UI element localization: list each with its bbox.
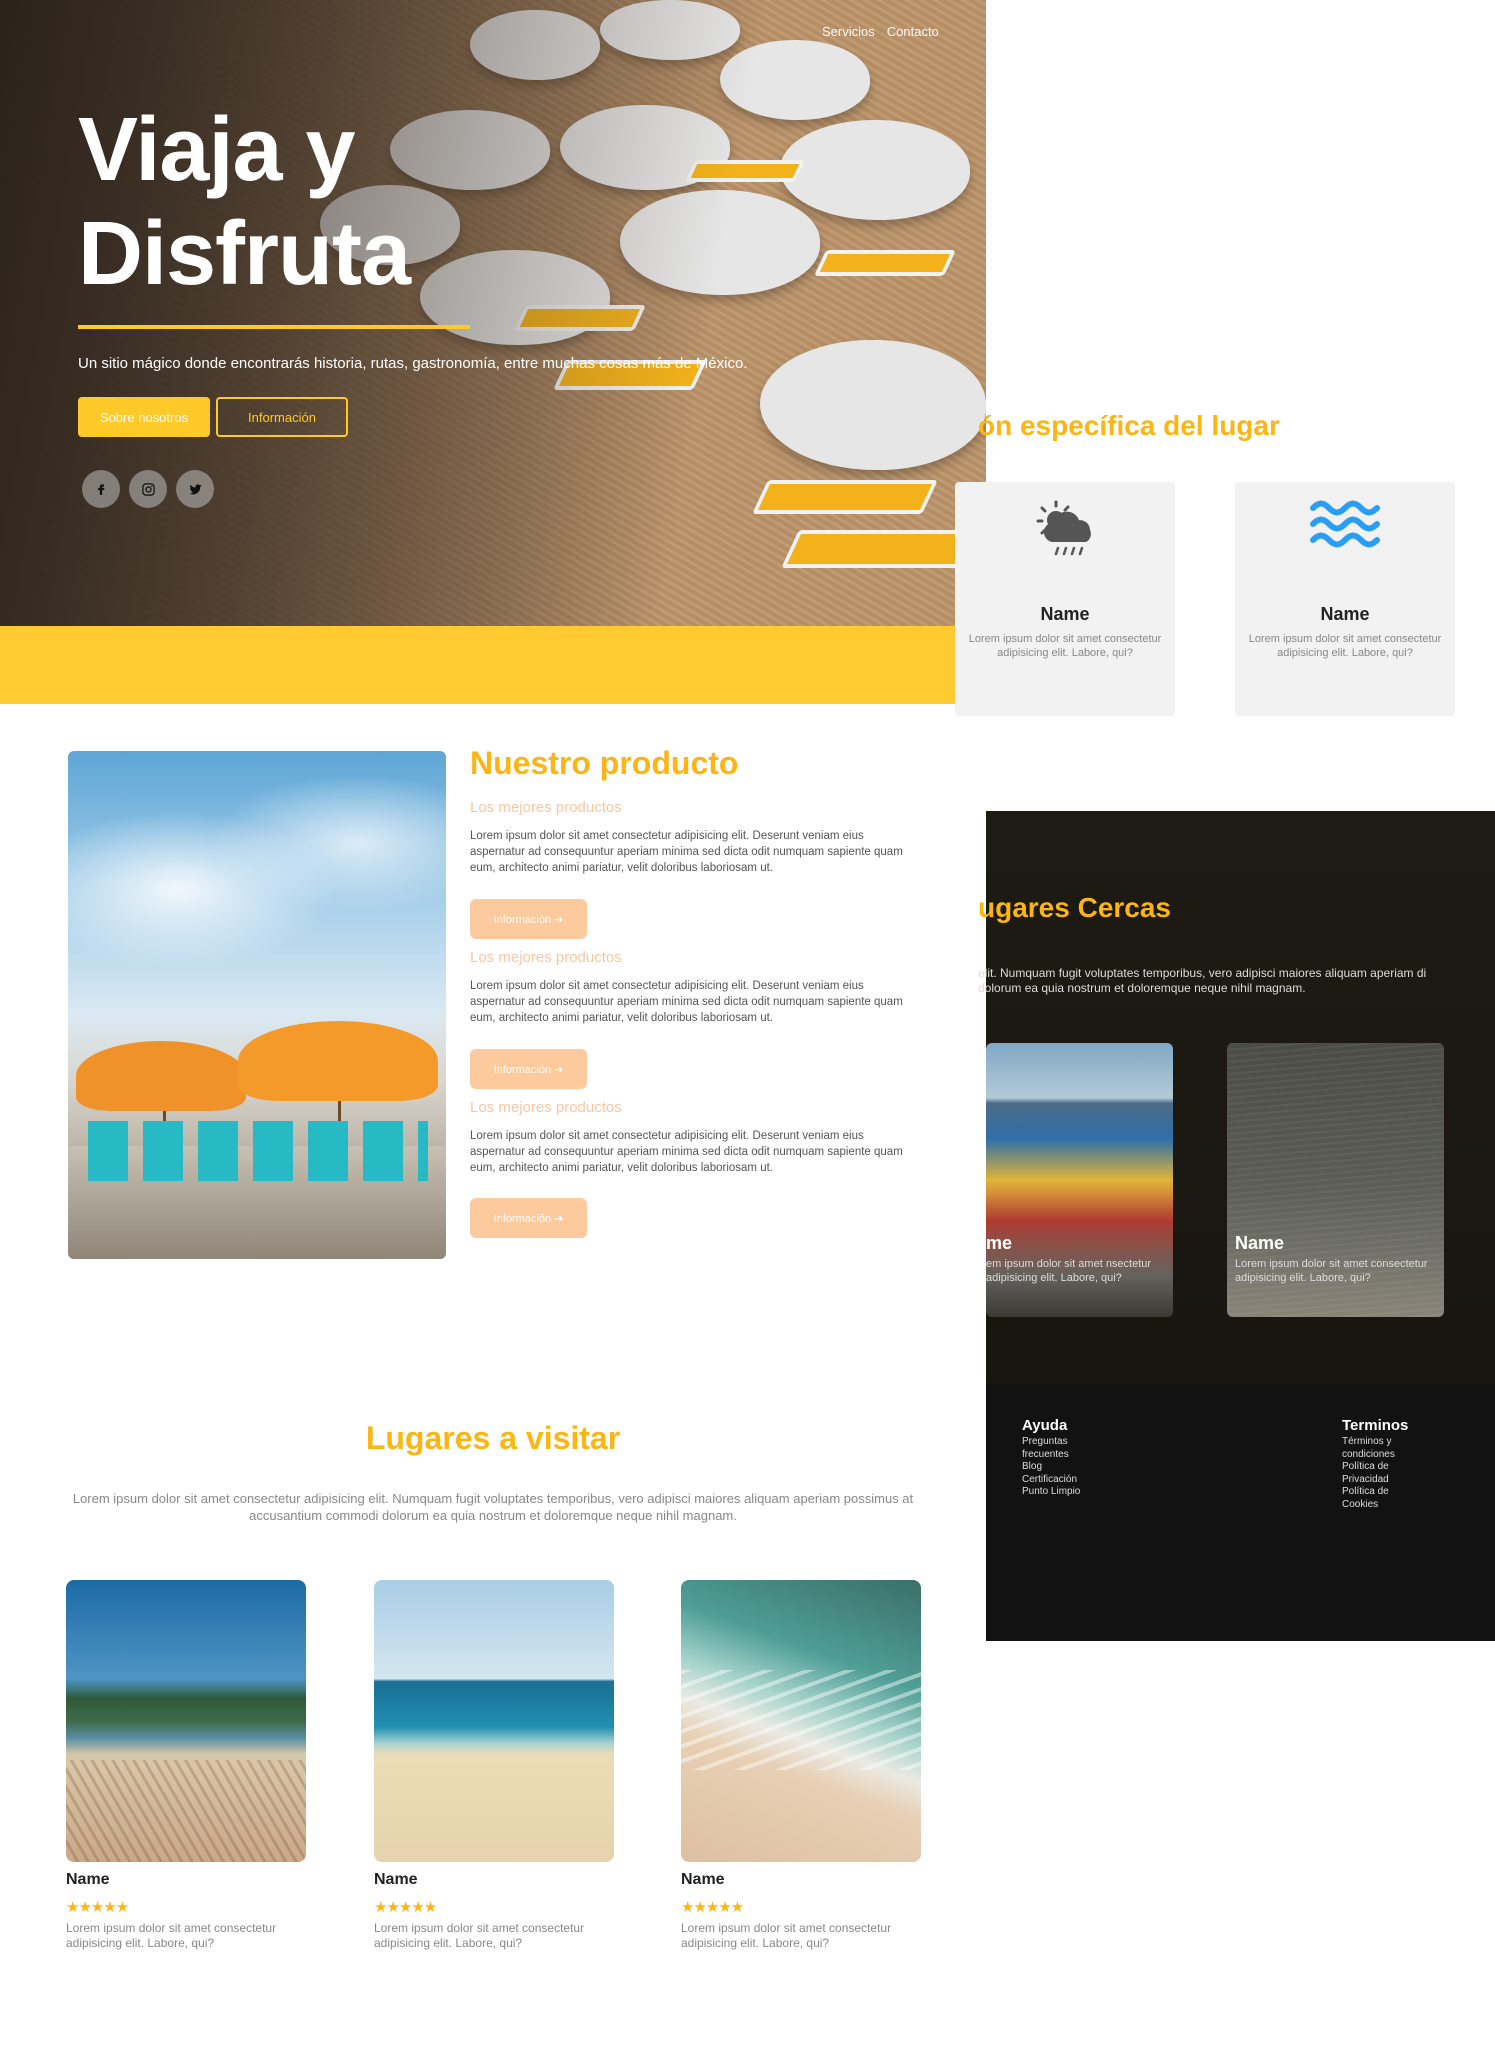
info-card-desc: Lorem ipsum dolor sit amet consectetur a… [968,633,1162,659]
footer-help-title: Ayuda [1022,1417,1068,1434]
nearby-card-name: Name [1235,1233,1285,1253]
product-subtitle: Los mejores productos [470,799,622,816]
yellow-band [0,626,986,704]
visit-card-desc: Lorem ipsum dolor sit amet consectetur a… [66,1921,277,1950]
visit-card-image[interactable] [374,1580,614,1862]
footer-link[interactable]: Certificación [1022,1474,1102,1487]
product-info-button[interactable]: Información ➔ [470,1049,587,1089]
info-card: Name Lorem ipsum dolor sit amet consecte… [1235,482,1455,716]
product-desc: Lorem ipsum dolor sit amet consectetur a… [470,980,903,1024]
info-button[interactable]: Información [216,397,348,437]
info-card-name: Name [1320,604,1370,624]
product-desc: Lorem ipsum dolor sit amet consectetur a… [470,830,903,874]
hero-overlay [0,0,986,626]
nearby-desc: elit. Numquam fugit voluptates temporibu… [978,966,1427,995]
footer-help-links: Preguntas frecuentes Blog Certificación … [1022,1436,1102,1499]
info-card: Name Lorem ipsum dolor sit amet consecte… [955,482,1175,716]
product-info-button[interactable]: Información ➔ [470,1198,587,1238]
hero-section [0,0,986,626]
visit-card-name: Name [66,1871,110,1888]
instagram-icon[interactable] [129,470,167,508]
visit-card-desc: Lorem ipsum dolor sit amet consectetur a… [374,1921,585,1950]
nav-contacto[interactable]: Contacto [887,24,939,39]
rating-stars: ★★★★★ [66,1899,129,1916]
footer-link[interactable]: Blog [1022,1461,1102,1474]
facebook-icon[interactable] [82,470,120,508]
info-card-name: Name [1040,604,1090,624]
top-nav: Servicios Contacto [822,24,939,39]
visit-card-name: Name [681,1871,725,1888]
product-subtitle: Los mejores productos [470,949,622,966]
product-subtitle: Los mejores productos [470,1099,622,1116]
page: Servicios Contacto Viaja y Disfruta Un s… [0,0,1495,2063]
footer-link[interactable]: Política de Cookies [1342,1486,1422,1511]
nearby-card-name: me [986,1233,1013,1253]
product-info-button[interactable]: Información ➔ [470,899,587,939]
footer-link[interactable]: Punto Limpio [1022,1486,1102,1499]
nearby-title: ugares Cercas [978,892,1172,923]
about-button[interactable]: Sobre nosotros [78,397,210,437]
footer-terms-title: Terminos [1342,1417,1409,1434]
visit-card-image[interactable] [681,1580,921,1862]
specific-info-title: ón específica del lugar [978,410,1280,441]
footer-link[interactable]: Política de Privacidad [1342,1461,1422,1486]
hero-title-line2: Disfruta [78,204,411,304]
visit-title: Lugares a visitar [365,1420,621,1456]
footer-terms-links: Términos y condiciones Política de Priva… [1342,1436,1422,1511]
rating-stars: ★★★★★ [681,1899,744,1916]
nav-servicios[interactable]: Servicios [822,24,875,39]
product-image [68,751,446,1259]
product-title: Nuestro producto [470,745,739,781]
hero-divider [78,325,470,329]
hero-title-line1: Viaja y [78,100,356,200]
waves-icon [1310,500,1380,548]
twitter-icon[interactable] [176,470,214,508]
nearby-card[interactable]: Name Lorem ipsum dolor sit amet consecte… [1227,1043,1444,1317]
hero-subtitle: Un sitio mágico donde encontrarás histor… [78,355,748,372]
footer-link[interactable]: Términos y condiciones [1342,1436,1422,1461]
hero-title: Viaja y Disfruta [78,98,638,306]
partly-cloudy-rain-icon [1036,500,1091,556]
product-desc: Lorem ipsum dolor sit amet consectetur a… [470,1130,903,1174]
info-card-desc: Lorem ipsum dolor sit amet consectetur a… [1248,633,1442,659]
visit-desc: Lorem ipsum dolor sit amet consectetur a… [72,1491,914,1523]
nearby-card-desc: Lorem ipsum dolor sit amet consectetur a… [1235,1258,1428,1284]
rating-stars: ★★★★★ [374,1899,437,1916]
visit-card-image[interactable] [66,1580,306,1862]
nearby-card-desc: em ipsum dolor sit amet nsectetur adipis… [986,1258,1152,1284]
visit-card-desc: Lorem ipsum dolor sit amet consectetur a… [681,1921,892,1950]
footer-link[interactable]: Preguntas frecuentes [1022,1436,1102,1461]
visit-card-name: Name [374,1871,418,1888]
nearby-card[interactable]: me em ipsum dolor sit amet nsectetur adi… [986,1043,1173,1317]
